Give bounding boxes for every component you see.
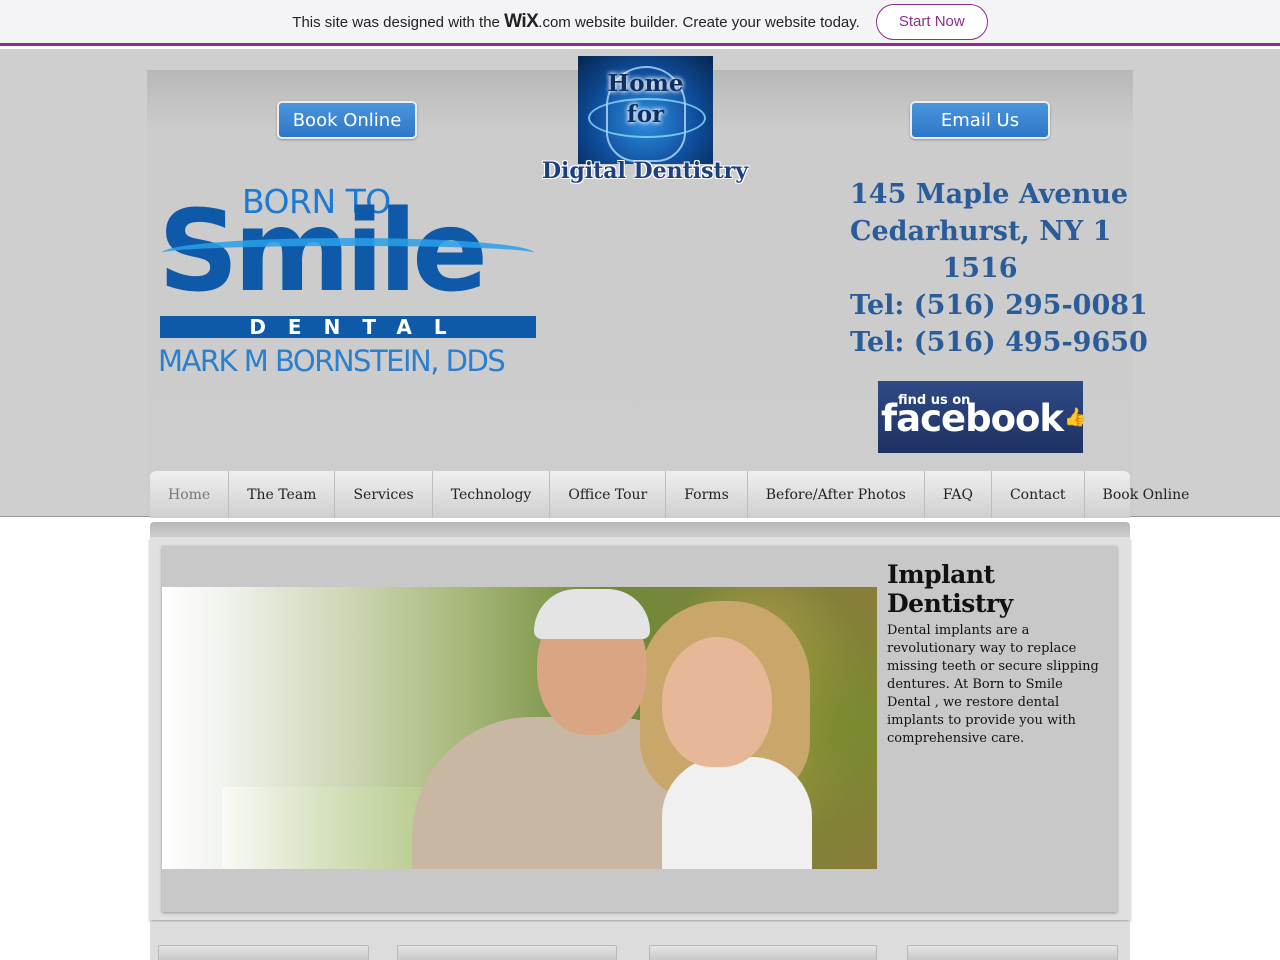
- book-online-button[interactable]: Book Online: [277, 101, 417, 139]
- address-line2: Cedarhurst, NY 1: [850, 216, 1112, 247]
- nav-faq[interactable]: FAQ: [925, 471, 992, 518]
- article-heading: Implant Dentistry: [887, 560, 1013, 618]
- nav-contact[interactable]: Contact: [992, 471, 1085, 518]
- born-to-smile-logo[interactable]: BORN TO Smile DENTAL MARK M BORNSTEIN, D…: [158, 182, 538, 382]
- home-for-digital-dentistry-image[interactable]: Home for: [578, 56, 713, 164]
- address-line3: 1516: [942, 253, 1018, 284]
- wix-logo: WiX: [504, 10, 539, 32]
- woman-face: [662, 637, 772, 767]
- nav-forms[interactable]: Forms: [666, 471, 748, 518]
- thumbs-up-icon: 👍: [1064, 407, 1087, 428]
- lower-box-4: [907, 945, 1118, 960]
- article-body: Dental implants are a revolutionary way …: [887, 623, 1099, 746]
- facebook-wordmark: facebook: [881, 397, 1064, 440]
- wix-text-before: This site was designed with the: [292, 13, 500, 31]
- lower-box-1: [158, 945, 369, 960]
- nav-services[interactable]: Services: [335, 471, 433, 518]
- logo-swoosh-icon: [162, 238, 534, 268]
- main-nav: Home The Team Services Technology Office…: [150, 471, 1189, 518]
- logo-doctor-name: MARK M BORNSTEIN, DDS: [158, 344, 506, 378]
- email-us-button[interactable]: Email Us: [910, 101, 1050, 139]
- content-top-strip: [150, 522, 1130, 538]
- wix-banner-text: This site was designed with the WiX.com …: [292, 11, 860, 33]
- nav-the-team[interactable]: The Team: [229, 471, 336, 518]
- contact-address: 145 Maple Avenue Cedarhurst, NY 1 1516 T…: [850, 176, 1148, 361]
- digital-dentistry-label: Digital Dentistry: [541, 158, 749, 184]
- home-for-label: Home for: [578, 68, 713, 130]
- nav-technology[interactable]: Technology: [433, 471, 551, 518]
- nav-office-tour[interactable]: Office Tour: [550, 471, 667, 518]
- logo-dental: DENTAL: [160, 316, 536, 338]
- lower-box-2: [397, 945, 617, 960]
- home-label-line2: for: [626, 101, 665, 128]
- nav-book-online[interactable]: Book Online: [1085, 471, 1208, 518]
- phone-1: Tel: (516) 295-0081: [850, 290, 1148, 321]
- start-now-button[interactable]: Start Now: [875, 3, 988, 40]
- facebook-link[interactable]: find us on facebook 👍: [878, 381, 1087, 453]
- man-hair: [534, 589, 650, 639]
- address-line1: 145 Maple Avenue: [850, 179, 1129, 210]
- wix-text-after: .com website builder. Create your websit…: [538, 13, 860, 31]
- phone-2: Tel: (516) 495-9650: [850, 327, 1148, 358]
- nav-home[interactable]: Home: [150, 471, 230, 518]
- lower-box-3: [649, 945, 877, 960]
- nav-before-after-photos[interactable]: Before/After Photos: [748, 471, 925, 518]
- woman-figure: [662, 757, 812, 869]
- wix-promo-banner: This site was designed with the WiX.com …: [0, 0, 1280, 46]
- implant-article: Implant Dentistry Dental implants are a …: [887, 560, 1107, 748]
- hero-couple-photo: [162, 587, 877, 869]
- home-label-line1: Home: [607, 70, 684, 97]
